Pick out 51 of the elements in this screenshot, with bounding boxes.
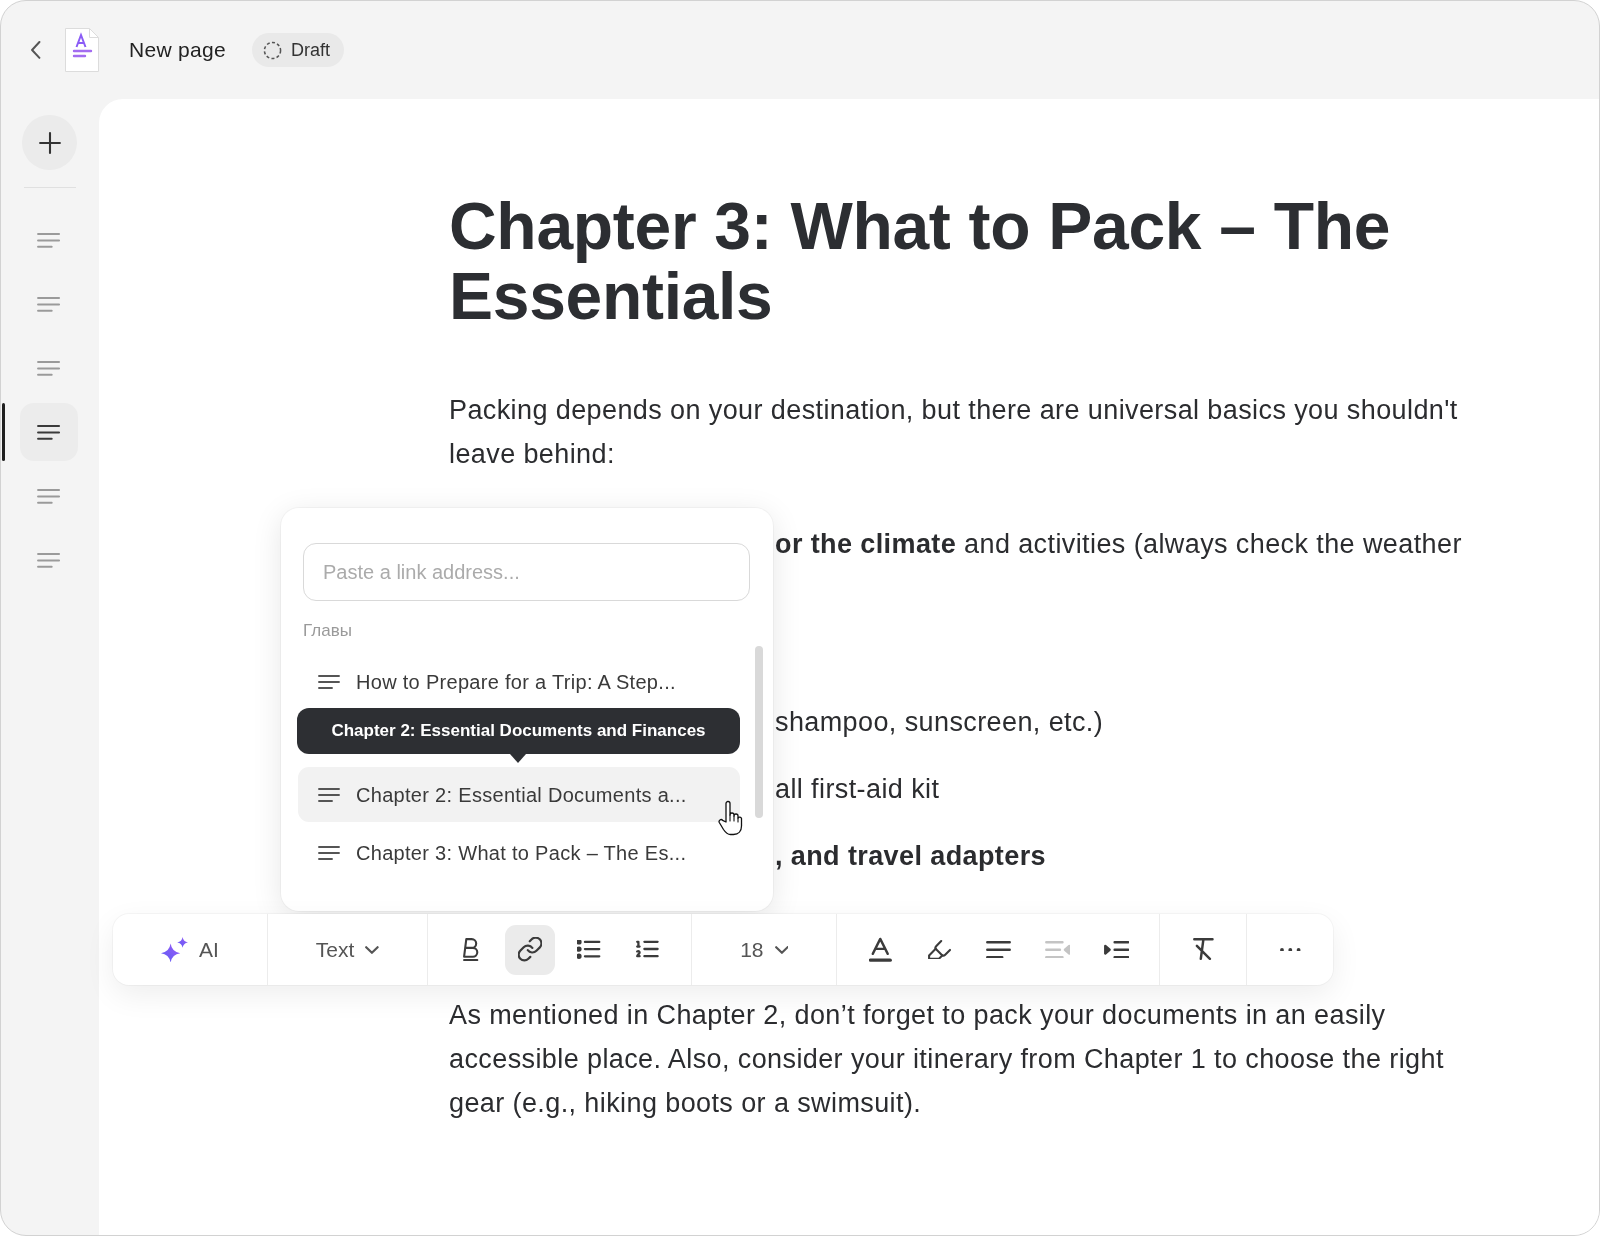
text-line: shampoo, sunscreen, etc.) — [775, 706, 1104, 739]
clear-format-icon — [1192, 938, 1214, 961]
text-color-icon — [869, 937, 892, 962]
text-lines-icon — [318, 673, 340, 690]
font-size-dropdown[interactable]: 18 — [738, 924, 791, 975]
text-lines-icon — [37, 359, 61, 377]
dashed-circle-icon — [262, 40, 282, 60]
outdent-icon — [1044, 940, 1071, 959]
text-lines-icon — [37, 423, 61, 441]
page-title: New page — [129, 37, 226, 64]
chapter-item[interactable]: Chapter 3: What to Pack – The Es... — [298, 825, 740, 880]
numbered-list-icon — [636, 940, 661, 959]
text-lines-icon — [37, 231, 61, 249]
align-left-icon — [985, 940, 1011, 959]
tooltip-pointer — [510, 754, 526, 763]
chapter-item[interactable]: How to Prepare for a Trip: A Step... — [298, 654, 740, 709]
plus-icon — [38, 131, 61, 154]
link-address-field[interactable]: Paste a link address... — [303, 543, 750, 601]
text-style-dropdown[interactable]: Text — [313, 924, 382, 975]
sparkle-icon — [161, 936, 188, 963]
document-title: Chapter 3: What to Pack – The Essentials — [449, 191, 1392, 331]
indent-icon — [1103, 940, 1130, 959]
bullet-list-icon — [577, 940, 601, 959]
outline-item[interactable] — [20, 403, 78, 461]
text-lines-icon — [318, 844, 340, 861]
more-icon — [1280, 947, 1301, 952]
chevron-down-icon — [774, 945, 789, 954]
scrollbar-thumb[interactable] — [755, 646, 763, 818]
text-line: , and travel adapters — [775, 840, 1046, 873]
ai-button[interactable]: AI — [159, 924, 221, 975]
chevron-left-icon — [31, 41, 41, 59]
paragraph: As mentioned in Chapter 2, don’t forget to pack your documents in an easily accessible place. Also, consider your itinerary from Chapter 1 to choose the right gear (e.g., hiking boots or a swimsuit). — [449, 999, 1445, 1120]
document-icon — [64, 27, 100, 73]
text-line: or the climate and activities (always check the weather — [775, 528, 1462, 561]
paragraph: Packing depends on your destination, but there are universal basics you shouldn't leave behind: — [449, 394, 1459, 471]
tooltip: Chapter 2: Essential Documents and Finances — [297, 708, 740, 754]
hand-cursor-icon — [718, 800, 743, 836]
section-label: Главы — [303, 620, 352, 642]
text-lines-icon — [318, 786, 340, 803]
chapter-item[interactable]: Chapter 2: Essential Documents a... — [298, 767, 740, 822]
selection-indicator — [2, 403, 5, 461]
status-label: Draft — [290, 38, 330, 62]
chevron-down-icon — [365, 945, 380, 954]
bold-icon — [463, 937, 479, 962]
link-button[interactable] — [505, 924, 556, 975]
link-icon — [518, 937, 543, 962]
highlighter-icon — [927, 939, 951, 960]
text-line: all first-aid kit — [775, 773, 940, 806]
text-lines-icon — [37, 295, 61, 313]
text-lines-icon — [37, 551, 61, 569]
text-lines-icon — [37, 487, 61, 505]
